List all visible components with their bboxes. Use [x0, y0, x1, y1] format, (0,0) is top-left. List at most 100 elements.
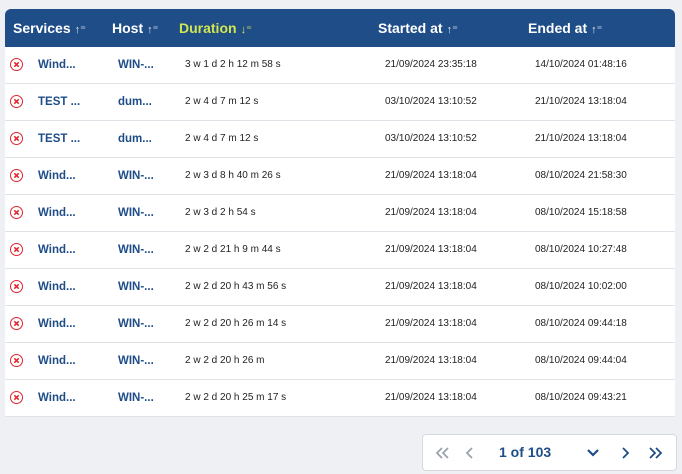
duration-cell: 2 w 2 d 20 h 25 m 17 s [185, 392, 287, 403]
table-row: Wind... WIN-... 3 w 1 d 2 h 12 m 58 s 21/09… [5, 47, 675, 84]
service-link[interactable]: TEST ... [38, 121, 80, 157]
page-indicator: 1 of 103 [499, 444, 552, 460]
error-status-icon [10, 132, 23, 145]
table-row: TEST ... dum... 2 w 4 d 7 m 12 s 03/10/2024… [5, 121, 675, 158]
next-page-button[interactable] [614, 435, 636, 470]
host-link[interactable]: WIN-... [118, 269, 154, 305]
column-label: Services [13, 20, 71, 36]
column-header-host[interactable]: Host ↑⁼ [112, 9, 158, 47]
ended-at-cell: 08/10/2024 15:18:58 [535, 207, 627, 218]
sort-asc-icon[interactable]: ↑⁼ [591, 24, 602, 36]
column-header-ended-at[interactable]: Ended at ↑⁼ [528, 9, 602, 47]
duration-cell: 2 w 2 d 21 h 9 m 44 s [185, 244, 281, 255]
error-status-icon [10, 280, 23, 293]
column-label: Host [112, 20, 144, 36]
started-at-cell: 21/09/2024 23:35:18 [385, 59, 477, 70]
outages-table: Services ↑⁼ Host ↑⁼ Duration ↓⁼ Started at ↑… [5, 9, 675, 417]
sort-asc-icon[interactable]: ↑⁼ [447, 24, 458, 36]
column-label: Started at [378, 20, 443, 36]
duration-cell: 2 w 4 d 7 m 12 s [185, 133, 259, 144]
table-row: Wind... WIN-... 2 w 2 d 20 h 25 m 17 s 21/0… [5, 380, 675, 417]
error-status-icon [10, 169, 23, 182]
error-status-icon [10, 317, 23, 330]
ended-at-cell: 08/10/2024 09:43:21 [535, 392, 627, 403]
double-chevron-left-icon [435, 446, 449, 459]
host-link[interactable]: WIN-... [118, 306, 154, 342]
ended-at-cell: 08/10/2024 09:44:18 [535, 318, 627, 329]
host-link[interactable]: WIN-... [118, 343, 154, 379]
service-link[interactable]: Wind... [38, 158, 76, 194]
service-link[interactable]: Wind... [38, 195, 76, 231]
duration-cell: 2 w 2 d 20 h 26 m [185, 355, 265, 366]
started-at-cell: 21/09/2024 13:18:04 [385, 355, 477, 366]
table-body: Wind... WIN-... 3 w 1 d 2 h 12 m 58 s 21/09… [5, 47, 675, 417]
error-status-icon [10, 95, 23, 108]
service-link[interactable]: Wind... [38, 343, 76, 379]
double-chevron-right-icon [649, 446, 663, 459]
error-status-icon [10, 206, 23, 219]
service-link[interactable]: TEST ... [38, 84, 80, 120]
chevron-down-icon [587, 448, 599, 457]
chevron-right-icon [622, 446, 630, 459]
started-at-cell: 21/09/2024 13:18:04 [385, 392, 477, 403]
error-status-icon [10, 354, 23, 367]
host-link[interactable]: WIN-... [118, 195, 154, 231]
table-row: Wind... WIN-... 2 w 2 d 20 h 43 m 56 s 21/0… [5, 269, 675, 306]
ended-at-cell: 21/10/2024 13:18:04 [535, 133, 627, 144]
service-link[interactable]: Wind... [38, 380, 76, 416]
ended-at-cell: 21/10/2024 13:18:04 [535, 96, 627, 107]
error-status-icon [10, 391, 23, 404]
column-label: Ended at [528, 20, 588, 36]
host-link[interactable]: dum... [118, 121, 152, 157]
sort-desc-icon[interactable]: ↓⁼ [241, 24, 252, 36]
table-row: Wind... WIN-... 2 w 2 d 20 h 26 m 21/09/202… [5, 343, 675, 380]
sort-asc-icon[interactable]: ↑⁼ [75, 24, 86, 36]
started-at-cell: 03/10/2024 13:10:52 [385, 96, 477, 107]
table-row: Wind... WIN-... 2 w 2 d 20 h 26 m 14 s 21/0… [5, 306, 675, 343]
host-link[interactable]: WIN-... [118, 47, 154, 83]
table-header: Services ↑⁼ Host ↑⁼ Duration ↓⁼ Started at ↑… [5, 9, 675, 47]
table-row: Wind... WIN-... 2 w 3 d 2 h 54 s 21/09/2024… [5, 195, 675, 232]
column-label: Duration [179, 20, 237, 36]
started-at-cell: 21/09/2024 13:18:04 [385, 170, 477, 181]
error-status-icon [10, 243, 23, 256]
started-at-cell: 21/09/2024 13:18:04 [385, 244, 477, 255]
service-link[interactable]: Wind... [38, 47, 76, 83]
started-at-cell: 03/10/2024 13:10:52 [385, 133, 477, 144]
duration-cell: 2 w 2 d 20 h 43 m 56 s [185, 281, 287, 292]
started-at-cell: 21/09/2024 13:18:04 [385, 207, 477, 218]
first-page-button[interactable] [429, 435, 455, 470]
page-select-dropdown[interactable] [581, 435, 605, 470]
sort-asc-icon[interactable]: ↑⁼ [147, 24, 158, 36]
started-at-cell: 21/09/2024 13:18:04 [385, 281, 477, 292]
host-link[interactable]: dum... [118, 84, 152, 120]
host-link[interactable]: WIN-... [118, 380, 154, 416]
host-link[interactable]: WIN-... [118, 232, 154, 268]
duration-cell: 2 w 3 d 2 h 54 s [185, 207, 256, 218]
duration-cell: 3 w 1 d 2 h 12 m 58 s [185, 59, 281, 70]
ended-at-cell: 08/10/2024 10:02:00 [535, 281, 627, 292]
ended-at-cell: 14/10/2024 01:48:16 [535, 59, 627, 70]
ended-at-cell: 08/10/2024 10:27:48 [535, 244, 627, 255]
pagination: 1 of 103 [422, 434, 677, 471]
table-row: TEST ... dum... 2 w 4 d 7 m 12 s 03/10/2024… [5, 84, 675, 121]
service-link[interactable]: Wind... [38, 306, 76, 342]
table-row: Wind... WIN-... 2 w 3 d 8 h 40 m 26 s 21/09… [5, 158, 675, 195]
service-link[interactable]: Wind... [38, 269, 76, 305]
column-header-started-at[interactable]: Started at ↑⁼ [378, 9, 458, 47]
ended-at-cell: 08/10/2024 21:58:30 [535, 170, 627, 181]
ended-at-cell: 08/10/2024 09:44:04 [535, 355, 627, 366]
chevron-left-icon [465, 446, 473, 459]
started-at-cell: 21/09/2024 13:18:04 [385, 318, 477, 329]
table-row: Wind... WIN-... 2 w 2 d 21 h 9 m 44 s 21/09… [5, 232, 675, 269]
host-link[interactable]: WIN-... [118, 158, 154, 194]
duration-cell: 2 w 2 d 20 h 26 m 14 s [185, 318, 287, 329]
prev-page-button[interactable] [459, 435, 481, 470]
column-header-duration[interactable]: Duration ↓⁼ [179, 9, 252, 47]
column-header-services[interactable]: Services ↑⁼ [13, 9, 86, 47]
duration-cell: 2 w 3 d 8 h 40 m 26 s [185, 170, 281, 181]
service-link[interactable]: Wind... [38, 232, 76, 268]
last-page-button[interactable] [643, 435, 669, 470]
duration-cell: 2 w 4 d 7 m 12 s [185, 96, 259, 107]
error-status-icon [10, 58, 23, 71]
